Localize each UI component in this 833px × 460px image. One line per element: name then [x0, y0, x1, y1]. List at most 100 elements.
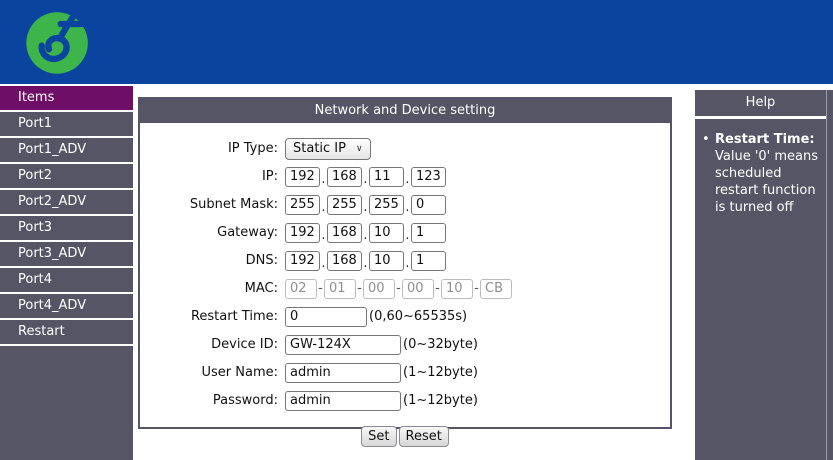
- field-row-ip: IP:...: [140, 166, 662, 187]
- subnet-mask-octet-4-input[interactable]: [411, 195, 446, 215]
- dns-octet-3-input[interactable]: [369, 251, 404, 271]
- ip-octet-3-input[interactable]: [369, 167, 404, 187]
- dns-octet-4-input[interactable]: [411, 251, 446, 271]
- field-row-password: Password:(1~12byte): [140, 390, 662, 411]
- ip-octet-1-input[interactable]: [285, 167, 320, 187]
- sidebar-item-port2-adv[interactable]: Port2_ADV: [0, 190, 133, 216]
- mac-label: MAC:: [140, 281, 285, 296]
- gateway-octet-2-input[interactable]: [327, 223, 362, 243]
- sidebar-item-restart[interactable]: Restart: [0, 320, 133, 346]
- gateway-controls: ...: [285, 223, 446, 243]
- settings-panel: Network and Device setting IP Type:Stati…: [138, 97, 672, 429]
- mac-octet-4-input: [402, 279, 434, 299]
- device-id-controls: (0~32byte): [285, 335, 478, 355]
- sidebar-item-port4-adv[interactable]: Port4_ADV: [0, 294, 133, 320]
- dns-separator: .: [404, 256, 411, 271]
- password-controls: (1~12byte): [285, 391, 478, 411]
- help-title: Help: [695, 90, 826, 116]
- help-panel: Help •Restart Time:Value '0' means sched…: [695, 90, 833, 460]
- mac-octet-6-input: [480, 279, 512, 299]
- dns-separator: .: [320, 256, 327, 271]
- help-body: •Restart Time:Value '0' means scheduled …: [695, 119, 826, 460]
- help-item: •Restart Time:Value '0' means scheduled …: [702, 131, 824, 216]
- gateway-separator: .: [362, 228, 369, 243]
- mac-separator: -: [317, 281, 324, 296]
- field-row-ip-type: IP Type:Static IP∨: [140, 138, 662, 159]
- help-scrollbar[interactable]: [826, 90, 833, 460]
- sidebar-item-port1-adv[interactable]: Port1_ADV: [0, 138, 133, 164]
- subnet-mask-octet-3-input[interactable]: [369, 195, 404, 215]
- dns-separator: .: [362, 256, 369, 271]
- ip-separator: .: [320, 172, 327, 187]
- restart-time-label: Restart Time:: [140, 309, 285, 324]
- bullet-icon: •: [702, 131, 715, 216]
- ip-type-selected-value: Static IP: [293, 141, 346, 156]
- field-row-device-id: Device ID: (0~32byte): [140, 334, 662, 355]
- dns-label: DNS:: [140, 253, 285, 268]
- restart-time-hint: (0,60~65535s): [369, 309, 467, 324]
- password-hint: (1~12byte): [403, 393, 478, 408]
- sidebar: ItemsPort1Port1_ADVPort2Port2_ADVPort3Po…: [0, 86, 133, 460]
- subnet-mask-octet-2-input[interactable]: [327, 195, 362, 215]
- restart-time-controls: (0,60~65535s): [285, 307, 467, 327]
- device-id-label: Device ID:: [140, 337, 285, 352]
- dns-controls: ...: [285, 251, 446, 271]
- brand-logo-icon: [12, 5, 104, 81]
- help-item-description: Value '0' means scheduled restart functi…: [715, 149, 818, 215]
- sidebar-item-items[interactable]: Items: [0, 86, 133, 112]
- mac-octet-5-input: [441, 279, 473, 299]
- ip-octet-2-input[interactable]: [327, 167, 362, 187]
- ip-type-controls: Static IP ∨: [285, 138, 371, 160]
- ip-separator: .: [404, 172, 411, 187]
- sidebar-item-port4[interactable]: Port4: [0, 268, 133, 294]
- field-row-mac: MAC: - - - - -: [140, 278, 662, 299]
- user-name-controls: (1~12byte): [285, 363, 478, 383]
- device-id-hint: (0~32byte): [403, 337, 478, 352]
- user-name-input[interactable]: [285, 363, 401, 383]
- user-name-hint: (1~12byte): [403, 365, 478, 380]
- mac-separator: -: [434, 281, 441, 296]
- gateway-separator: .: [404, 228, 411, 243]
- user-name-label: User Name:: [140, 365, 285, 380]
- mac-octet-2-input: [324, 279, 356, 299]
- reset-button[interactable]: Reset: [399, 426, 449, 447]
- top-banner: [0, 0, 833, 84]
- dns-octet-2-input[interactable]: [327, 251, 362, 271]
- restart-time-input[interactable]: [285, 307, 367, 327]
- help-item-term: Restart Time:: [715, 131, 824, 148]
- mac-separator: -: [473, 281, 480, 296]
- mac-octet-3-input: [363, 279, 395, 299]
- password-input[interactable]: [285, 391, 401, 411]
- sidebar-item-port3-adv[interactable]: Port3_ADV: [0, 242, 133, 268]
- set-button[interactable]: Set: [361, 426, 396, 447]
- chevron-down-icon: ∨: [356, 144, 363, 154]
- gateway-octet-4-input[interactable]: [411, 223, 446, 243]
- device-id-input[interactable]: [285, 335, 401, 355]
- sidebar-item-port2[interactable]: Port2: [0, 164, 133, 190]
- subnet-mask-controls: ...: [285, 195, 446, 215]
- field-row-subnet-mask: Subnet Mask:...: [140, 194, 662, 215]
- dns-octet-1-input[interactable]: [285, 251, 320, 271]
- mac-octet-1-input: [285, 279, 317, 299]
- field-row-dns: DNS:...: [140, 250, 662, 271]
- mac-separator: -: [395, 281, 402, 296]
- ip-label: IP:: [140, 169, 285, 184]
- ip-controls: ...: [285, 167, 446, 187]
- ip-octet-4-input[interactable]: [411, 167, 446, 187]
- ip-separator: .: [362, 172, 369, 187]
- ip-type-select[interactable]: Static IP ∨: [285, 138, 371, 160]
- gateway-label: Gateway:: [140, 225, 285, 240]
- sidebar-item-port3[interactable]: Port3: [0, 216, 133, 242]
- gateway-separator: .: [320, 228, 327, 243]
- field-row-user-name: User Name: (1~12byte): [140, 362, 662, 383]
- gateway-octet-1-input[interactable]: [285, 223, 320, 243]
- subnet-mask-octet-1-input[interactable]: [285, 195, 320, 215]
- sidebar-item-port1[interactable]: Port1: [0, 112, 133, 138]
- field-row-restart-time: Restart Time: (0,60~65535s): [140, 306, 662, 327]
- subnet-mask-label: Subnet Mask:: [140, 197, 285, 212]
- mac-controls: -----: [285, 279, 512, 299]
- panel-title: Network and Device setting: [140, 99, 670, 123]
- mac-separator: -: [356, 281, 363, 296]
- gateway-octet-3-input[interactable]: [369, 223, 404, 243]
- field-row-gateway: Gateway:...: [140, 222, 662, 243]
